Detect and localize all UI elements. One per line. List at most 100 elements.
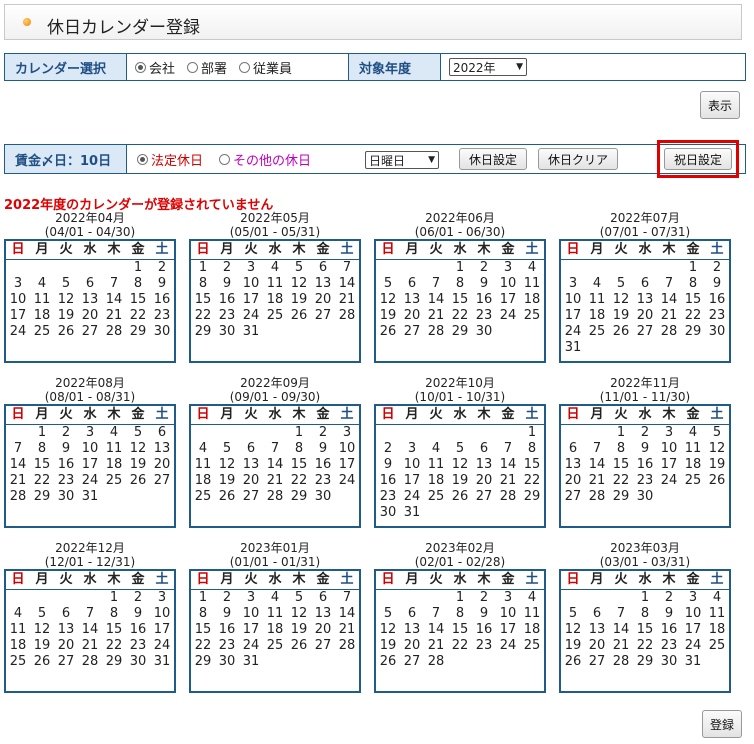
day-cell[interactable]: 9 [705, 276, 729, 292]
day-cell[interactable]: 4 [681, 425, 705, 441]
day-cell[interactable]: 17 [400, 473, 424, 489]
day-cell[interactable]: 28 [424, 654, 448, 670]
day-cell[interactable]: 2 [376, 441, 400, 457]
day-cell[interactable]: 23 [705, 308, 729, 324]
day-cell[interactable]: 10 [335, 441, 359, 457]
day-cell[interactable]: 1 [448, 590, 472, 606]
day-cell[interactable]: 6 [78, 276, 102, 292]
day-cell[interactable]: 18 [263, 622, 287, 638]
day-cell[interactable]: 12 [287, 276, 311, 292]
day-cell[interactable]: 10 [150, 606, 174, 622]
day-cell[interactable]: 15 [609, 457, 633, 473]
day-cell[interactable]: 22 [191, 638, 215, 654]
day-cell[interactable]: 14 [496, 457, 520, 473]
day-cell[interactable]: 14 [335, 606, 359, 622]
day-cell[interactable]: 30 [705, 324, 729, 340]
clear-holiday-button[interactable]: 休日クリア [538, 148, 618, 170]
day-cell[interactable]: 1 [287, 425, 311, 441]
day-cell[interactable]: 21 [585, 473, 609, 489]
day-cell[interactable]: 18 [102, 457, 126, 473]
day-cell[interactable]: 6 [150, 425, 174, 441]
day-cell[interactable]: 19 [609, 308, 633, 324]
day-cell[interactable]: 14 [657, 292, 681, 308]
day-cell[interactable]: 30 [311, 489, 335, 505]
day-cell[interactable]: 18 [585, 308, 609, 324]
day-cell[interactable]: 17 [496, 292, 520, 308]
day-cell[interactable]: 12 [54, 292, 78, 308]
day-cell[interactable]: 14 [6, 457, 30, 473]
day-cell[interactable]: 16 [311, 457, 335, 473]
day-cell[interactable]: 10 [496, 606, 520, 622]
day-cell[interactable]: 12 [561, 622, 585, 638]
day-cell[interactable]: 24 [496, 308, 520, 324]
day-cell[interactable]: 25 [585, 324, 609, 340]
day-cell[interactable]: 23 [215, 638, 239, 654]
day-cell[interactable]: 2 [150, 260, 174, 276]
day-cell[interactable]: 23 [54, 473, 78, 489]
day-cell[interactable]: 8 [287, 441, 311, 457]
day-cell[interactable]: 9 [472, 276, 496, 292]
day-cell[interactable]: 10 [400, 457, 424, 473]
day-cell[interactable]: 12 [30, 622, 54, 638]
day-cell[interactable]: 17 [561, 308, 585, 324]
day-cell[interactable]: 1 [448, 260, 472, 276]
day-cell[interactable]: 19 [30, 638, 54, 654]
day-cell[interactable]: 19 [705, 457, 729, 473]
day-cell[interactable]: 8 [126, 276, 150, 292]
day-cell[interactable]: 27 [311, 638, 335, 654]
day-cell[interactable]: 5 [126, 425, 150, 441]
day-cell[interactable]: 16 [705, 292, 729, 308]
radio-icon[interactable] [135, 61, 146, 73]
day-cell[interactable]: 29 [102, 654, 126, 670]
day-cell[interactable]: 11 [705, 606, 729, 622]
day-cell[interactable]: 3 [496, 260, 520, 276]
day-cell[interactable]: 30 [126, 654, 150, 670]
day-cell[interactable]: 28 [609, 654, 633, 670]
day-cell[interactable]: 29 [520, 489, 544, 505]
day-cell[interactable]: 23 [633, 473, 657, 489]
day-cell[interactable]: 30 [657, 654, 681, 670]
day-cell[interactable]: 22 [102, 638, 126, 654]
day-cell[interactable]: 3 [657, 425, 681, 441]
day-cell[interactable]: 4 [520, 260, 544, 276]
day-cell[interactable]: 13 [585, 622, 609, 638]
day-cell[interactable]: 2 [215, 590, 239, 606]
day-cell[interactable]: 16 [215, 292, 239, 308]
day-cell[interactable]: 16 [472, 622, 496, 638]
day-cell[interactable]: 2 [633, 425, 657, 441]
day-cell[interactable]: 14 [335, 276, 359, 292]
day-cell[interactable]: 24 [239, 308, 263, 324]
day-cell[interactable]: 4 [30, 276, 54, 292]
day-cell[interactable]: 5 [705, 425, 729, 441]
day-cell[interactable]: 30 [54, 489, 78, 505]
day-cell[interactable]: 22 [448, 638, 472, 654]
day-cell[interactable]: 8 [681, 276, 705, 292]
day-cell[interactable]: 20 [472, 473, 496, 489]
radio-employee[interactable]: 従業員 [239, 58, 292, 77]
day-cell[interactable]: 9 [215, 606, 239, 622]
day-cell[interactable]: 6 [311, 590, 335, 606]
day-cell[interactable]: 19 [126, 457, 150, 473]
day-cell[interactable]: 3 [6, 276, 30, 292]
day-cell[interactable]: 12 [705, 441, 729, 457]
day-cell[interactable]: 20 [633, 308, 657, 324]
day-cell[interactable]: 3 [681, 590, 705, 606]
day-cell[interactable]: 24 [6, 324, 30, 340]
day-cell[interactable]: 9 [657, 606, 681, 622]
day-cell[interactable]: 21 [6, 473, 30, 489]
day-cell[interactable]: 16 [54, 457, 78, 473]
day-cell[interactable]: 3 [239, 590, 263, 606]
day-cell[interactable]: 29 [681, 324, 705, 340]
day-cell[interactable]: 20 [150, 457, 174, 473]
day-cell[interactable]: 9 [215, 276, 239, 292]
day-cell[interactable]: 28 [585, 489, 609, 505]
day-cell[interactable]: 17 [6, 308, 30, 324]
day-cell[interactable]: 9 [633, 441, 657, 457]
day-cell[interactable]: 21 [424, 308, 448, 324]
day-cell[interactable]: 14 [424, 292, 448, 308]
day-cell[interactable]: 28 [424, 324, 448, 340]
day-cell[interactable]: 21 [657, 308, 681, 324]
day-cell[interactable]: 6 [400, 276, 424, 292]
day-cell[interactable]: 10 [239, 606, 263, 622]
day-cell[interactable]: 3 [78, 425, 102, 441]
